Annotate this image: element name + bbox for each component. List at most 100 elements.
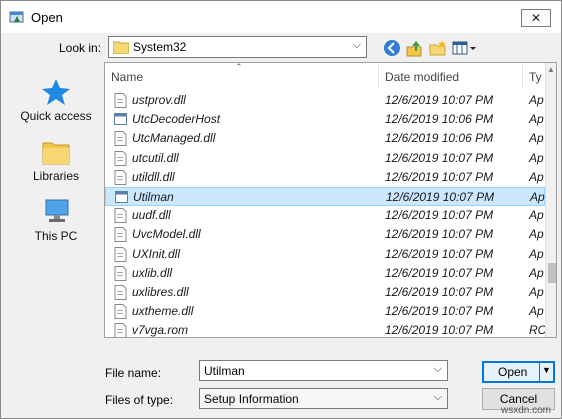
file-name-cell: uxlibres.dll [132,285,189,299]
chevron-down-icon: ⌵ [433,391,442,403]
close-button[interactable]: ✕ [521,9,551,27]
up-folder-icon [406,41,422,57]
back-icon [384,40,400,56]
column-divider[interactable] [522,65,523,88]
type-cell: Ap [529,112,544,127]
date-modified-cell: 12/6/2019 10:06 PM [385,131,494,146]
date-modified-cell: 12/6/2019 10:06 PM [385,112,494,127]
open-button-label: Open [498,365,528,379]
dll-file-icon [114,285,127,300]
date-modified-cell: 12/6/2019 10:07 PM [385,285,494,299]
column-date-modified[interactable]: Date modified [385,70,459,84]
date-modified-cell: 12/6/2019 10:07 PM [385,150,494,165]
date-modified-cell: 12/6/2019 10:07 PM [385,227,494,242]
type-cell: Ap [530,190,545,204]
back-button[interactable] [382,38,402,58]
file-name-cell: uxlib.dll [132,265,173,280]
application-icon [114,113,127,126]
place-quick-access[interactable]: Quick access [13,73,99,129]
scroll-up-icon[interactable]: ▲ [547,65,555,74]
file-name-value: Utilman [204,364,245,378]
type-cell: Ap [529,265,544,280]
dll-file-icon [114,208,127,224]
type-cell: Ap [529,93,544,107]
table-row[interactable]: ustprov.dll 12/6/2019 10:07 PM Ap [105,91,545,110]
computer-icon [45,199,69,222]
view-menu-button[interactable] [452,38,478,58]
open-button[interactable]: Open ▼ [482,361,555,383]
dll-file-icon [114,227,127,243]
file-name-cell: UtcDecoderHost [132,112,221,127]
dll-file-icon [114,265,127,281]
table-row[interactable]: UXInit.dll 12/6/2019 10:07 PM Ap [105,245,545,264]
up-one-level-button[interactable] [405,38,425,58]
file-name-label: File name: [105,366,162,380]
dropdown-arrow-icon[interactable]: ▼ [542,365,551,375]
dll-file-icon [114,169,127,185]
watermark: wsxdn.com [501,405,552,416]
place-label: Libraries [32,169,80,183]
table-row[interactable]: UvcModel.dll 12/6/2019 10:07 PM Ap [105,225,545,244]
sort-ascending-icon: ⌃ [235,62,243,72]
column-type[interactable]: Ty [529,70,542,84]
dll-file-icon [114,323,127,337]
place-label: This PC [34,229,78,243]
close-icon: ✕ [530,11,542,25]
table-row[interactable]: uudf.dll 12/6/2019 10:07 PM Ap [105,206,545,225]
date-modified-cell: 12/6/2019 10:07 PM [386,190,495,204]
file-name-cell: uudf.dll [132,208,171,223]
file-name-cell: UtcManaged.dll [132,131,216,146]
date-modified-cell: 12/6/2019 10:07 PM [385,93,494,107]
chevron-down-icon: ⌵ [352,39,361,51]
type-cell: Ap [529,169,544,184]
place-label: Quick access [20,109,92,123]
table-row[interactable]: UtcDecoderHost 12/6/2019 10:06 PM Ap [105,110,545,129]
file-list[interactable]: ⌃ Name Date modified Ty ustprov.dll 12/6/… [104,62,557,338]
table-row[interactable]: utildll.dll 12/6/2019 10:07 PM Ap [105,168,545,187]
scrollbar-thumb[interactable] [548,263,556,283]
dll-file-icon [114,131,127,147]
table-row[interactable]: uxtheme.dll 12/6/2019 10:07 PM Ap [105,302,545,321]
table-row[interactable]: uxlibres.dll 12/6/2019 10:07 PM Ap [105,283,545,302]
place-libraries[interactable]: Libraries [13,133,99,189]
file-name-cell: Utilman [133,190,174,204]
dll-file-icon [114,150,127,166]
type-cell: Ap [529,246,544,261]
new-folder-icon [429,40,446,56]
dll-file-icon [114,246,127,262]
type-cell: Ap [529,208,544,223]
file-name-input[interactable]: Utilman ⌵ [199,360,448,381]
table-row[interactable]: utcutil.dll 12/6/2019 10:07 PM Ap [105,149,545,168]
title-bar[interactable]: Open ✕ [1,1,561,33]
vertical-scrollbar[interactable]: ▲ [545,63,556,337]
libraries-icon [42,142,70,165]
file-name-cell: uxtheme.dll [132,304,194,319]
date-modified-cell: 12/6/2019 10:07 PM [385,208,494,223]
type-cell: RC [529,323,547,338]
date-modified-cell: 12/6/2019 10:07 PM [385,265,494,280]
column-name[interactable]: Name [111,70,143,84]
file-name-cell: ustprov.dll [132,93,186,107]
files-of-type-label: Files of type: [105,393,174,407]
file-name-cell: UXInit.dll [132,246,181,261]
split-divider [539,363,540,381]
files-of-type-dropdown[interactable]: Setup Information ⌵ [199,388,448,409]
window-title: Open [31,10,63,25]
table-row[interactable]: UtcManaged.dll 12/6/2019 10:06 PM Ap [105,129,545,148]
chevron-down-icon[interactable]: ⌵ [434,363,442,376]
look-in-dropdown[interactable]: System32 ⌵ [108,36,367,58]
new-folder-button[interactable] [428,38,448,58]
application-icon [115,191,128,203]
column-header: ⌃ Name Date modified Ty [105,63,545,90]
file-name-cell: utildll.dll [132,169,175,184]
date-modified-cell: 12/6/2019 10:07 PM [385,169,494,184]
column-divider[interactable] [378,65,379,88]
folder-icon [113,41,129,54]
type-cell: Ap [529,285,544,299]
place-this-pc[interactable]: This PC [13,193,99,249]
file-name-cell: utcutil.dll [132,150,179,165]
table-row[interactable]: v7vga.rom 12/6/2019 10:07 PM RC [105,321,547,338]
dll-file-icon [114,93,127,108]
table-row[interactable]: uxlib.dll 12/6/2019 10:07 PM Ap [105,264,545,283]
table-row[interactable]: Utilman 12/6/2019 10:07 PM Ap [105,187,545,206]
